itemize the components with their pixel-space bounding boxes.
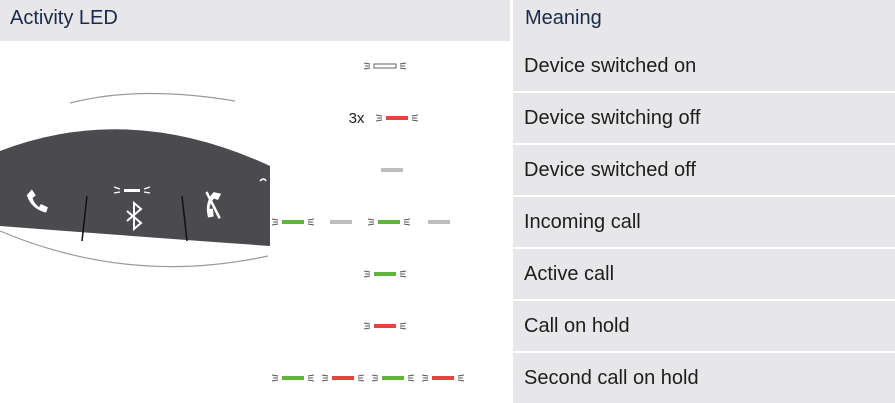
table-row: Second call on hold <box>0 353 895 403</box>
led-cell <box>270 145 513 195</box>
meaning-text: Incoming call <box>524 210 641 233</box>
table-header <box>0 0 895 41</box>
meaning-cell: Call on hold <box>513 301 895 351</box>
led-cell <box>270 249 513 299</box>
meaning-cell: Second call on hold <box>513 353 895 403</box>
led-green-blink-icon <box>363 270 406 278</box>
meaning-cell: Incoming call <box>513 197 895 247</box>
led-white-blink-icon <box>363 62 406 70</box>
led-cell: 3x <box>270 93 513 143</box>
meaning-text: Active call <box>524 262 615 285</box>
led-cell <box>270 197 513 247</box>
led-prefix: 3x <box>348 109 365 127</box>
header-meaning: Meaning <box>525 7 602 29</box>
meaning-text: Second call on hold <box>524 366 699 389</box>
led-red-blink-icon <box>363 322 406 330</box>
table-row: Active call <box>0 249 895 299</box>
led-cell <box>270 353 513 403</box>
header-activity-led: Activity LED <box>10 7 118 29</box>
meaning-cell: Device switching off <box>513 93 895 143</box>
table-row: 3x Device switching off <box>0 93 895 143</box>
table-row: Call on hold <box>0 301 895 351</box>
led-green-red-alternating-icon <box>271 374 465 382</box>
meaning-cell: Device switched on <box>513 41 895 91</box>
table-row: Device switched on <box>0 41 895 91</box>
led-table: Device switched on 3x Device switching o… <box>0 41 895 403</box>
meaning-text: Device switched off <box>524 158 696 181</box>
table-row: Device switched off <box>0 145 895 195</box>
led-gray-steady-icon <box>380 168 403 172</box>
meaning-text: Call on hold <box>524 314 630 337</box>
meaning-cell: Device switched off <box>513 145 895 195</box>
led-green-alternating-icon <box>271 218 450 226</box>
led-cell <box>270 301 513 351</box>
led-cell <box>270 41 513 91</box>
table-row: Incoming call <box>0 197 895 247</box>
meaning-cell: Active call <box>513 249 895 299</box>
meaning-text: Device switched on <box>524 54 697 77</box>
led-red-blink-icon <box>376 114 419 122</box>
meaning-text: Device switching off <box>524 106 701 129</box>
